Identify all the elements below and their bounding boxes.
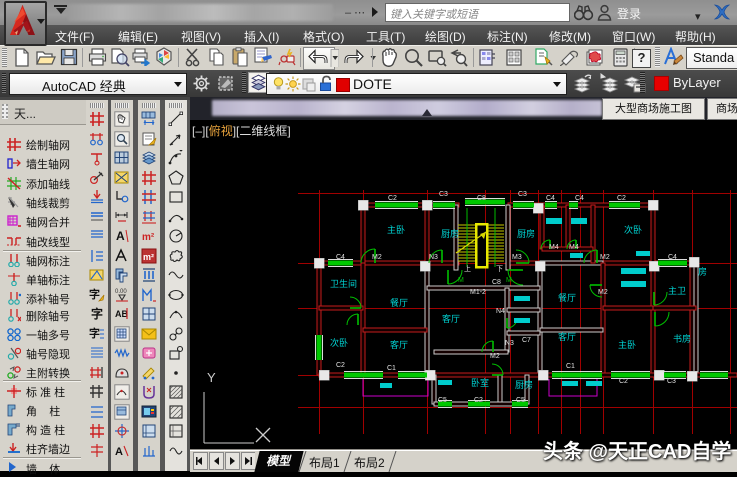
svg-text:厨房: 厨房 [441, 228, 459, 239]
svg-text:厨房: 厨房 [515, 379, 533, 390]
svg-text:M2: M2 [598, 289, 608, 296]
svg-text:客厅: 客厅 [390, 339, 408, 350]
svg-text:C3: C3 [439, 191, 448, 198]
svg-text:C2: C2 [617, 195, 626, 202]
svg-text:M4: M4 [569, 244, 579, 251]
svg-text:C4: C4 [668, 254, 677, 261]
svg-text:C1: C1 [387, 365, 396, 372]
svg-text:次卧: 次卧 [330, 337, 348, 348]
svg-text:主卫: 主卫 [668, 285, 686, 296]
svg-text:字: 字 [89, 287, 100, 301]
svg-text:C4: C4 [546, 195, 555, 202]
svg-text:客厅: 客厅 [558, 331, 576, 342]
svg-text:C5: C5 [438, 397, 447, 404]
svg-text:C2: C2 [336, 362, 345, 369]
svg-text:Y: Y [207, 370, 216, 385]
svg-text:N3: N3 [429, 254, 438, 261]
svg-text:m²: m² [142, 232, 155, 243]
svg-text:餐厅: 餐厅 [558, 292, 576, 303]
svg-text:C2: C2 [619, 378, 628, 385]
svg-text:C8: C8 [492, 279, 501, 286]
svg-text:C2: C2 [388, 195, 397, 202]
svg-text:M2: M2 [490, 353, 500, 360]
svg-text:A: A [115, 446, 123, 458]
svg-text:次卧: 次卧 [624, 224, 642, 235]
svg-text:卧室: 卧室 [471, 377, 489, 388]
svg-text:字: 字 [91, 306, 103, 321]
svg-text:M2: M2 [372, 254, 382, 261]
svg-text:主卧: 主卧 [387, 224, 405, 235]
svg-text:M: M [458, 277, 464, 284]
svg-text:M3: M3 [512, 254, 522, 261]
svg-text:C1: C1 [566, 363, 575, 370]
svg-text:A: A [116, 229, 125, 243]
svg-text:客厅: 客厅 [442, 313, 460, 324]
svg-text:C2: C2 [474, 397, 483, 404]
svg-text:C7: C7 [522, 337, 531, 344]
svg-text:0.00: 0.00 [115, 289, 127, 295]
svg-text:C8: C8 [477, 195, 486, 202]
svg-text:字: 字 [89, 326, 100, 340]
svg-text:房: 房 [698, 266, 707, 277]
svg-text:N4: N4 [496, 308, 505, 315]
svg-text:C4: C4 [336, 254, 345, 261]
svg-text:M: M [506, 277, 512, 284]
svg-text:下: 下 [496, 265, 503, 273]
svg-text:餐厅: 餐厅 [390, 297, 408, 308]
svg-text:厨房: 厨房 [517, 228, 535, 239]
svg-text:C5: C5 [516, 397, 525, 404]
svg-text:C3: C3 [667, 378, 676, 385]
svg-text:C3: C3 [518, 191, 527, 198]
svg-text:M1-2: M1-2 [470, 289, 486, 296]
svg-text:C4: C4 [575, 195, 584, 202]
svg-text:书房: 书房 [673, 333, 691, 344]
svg-text:N3: N3 [505, 340, 514, 347]
svg-text:m²: m² [143, 252, 154, 262]
svg-text:上: 上 [464, 264, 471, 273]
svg-text:M2: M2 [600, 254, 610, 261]
svg-text:卫生间: 卫生间 [330, 278, 357, 289]
svg-text:主卧: 主卧 [618, 339, 636, 350]
svg-text:M4: M4 [549, 244, 559, 251]
